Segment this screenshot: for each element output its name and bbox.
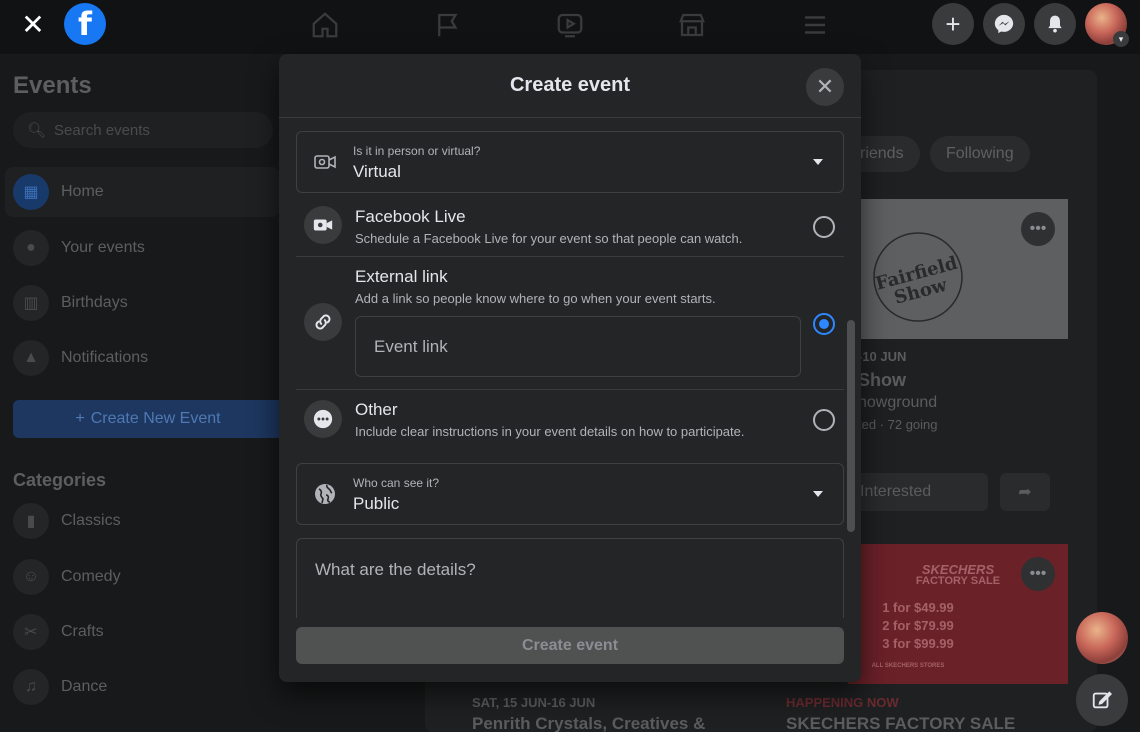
sidebar-item-notifications[interactable]: ▲ Notifications [5,333,280,383]
category-classics[interactable]: ▮ Classics [5,496,280,546]
close-icon[interactable]: ✕ [806,68,844,106]
create-event-dialog: Create event ✕ Is it in person or virtua… [279,54,861,682]
smiley-icon: ☺ [13,559,49,595]
new-message-icon[interactable] [1076,674,1128,726]
privacy-label: Who can see it? [353,476,440,490]
option-other[interactable]: Other Include clear instructions in your… [296,390,844,450]
close-icon[interactable]: ✕ [12,3,54,45]
dropdown-arrow-icon [813,159,823,165]
external-link-radio[interactable] [813,313,835,335]
more-options-icon[interactable]: ••• [1021,212,1055,246]
sidebar-item-label: Home [61,183,104,200]
event-link-input[interactable]: Event link [355,316,801,377]
link-icon [304,303,342,341]
category-label: Crafts [61,623,104,640]
top-navigation-bar: ✕ f + ▾ [0,0,1140,54]
sidebar-title: Events [13,72,92,99]
event-stats: ted · 72 going [858,417,938,432]
notifications-bell-icon[interactable] [1034,3,1076,45]
cake-icon: ▥ [13,285,49,321]
home-icon[interactable] [310,10,340,40]
create-event-button[interactable]: Create event [296,627,844,664]
category-label: Dance [61,678,108,695]
calendar-icon: ▦ [13,174,49,210]
option-title: Facebook Live [355,207,466,226]
option-description: Schedule a Facebook Live for your event … [355,231,743,246]
skechers-price-1: 1 for $49.99 [882,600,954,615]
search-placeholder: Search events [54,121,150,139]
category-crafts[interactable]: ✂ Crafts [5,607,280,657]
event-status: HAPPENING NOW [786,695,899,710]
category-comedy[interactable]: ☺ Comedy [5,552,280,602]
dialog-header: Create event ✕ [279,54,861,118]
option-title: Other [355,400,398,419]
location-type-label: Is it in person or virtual? [353,144,481,158]
details-textarea[interactable]: What are the details? [296,538,844,618]
event-date: -10 JUN [858,349,907,364]
marketplace-icon[interactable] [677,10,707,40]
create-new-event-label: Create New Event [90,410,221,427]
option-title: External link [355,267,448,286]
menu-icon[interactable] [800,10,830,40]
globe-icon [313,482,337,506]
option-description: Add a link so people know where to go wh… [355,291,716,306]
sidebar-item-label: Birthdays [61,294,128,311]
create-new-event-button[interactable]: + Create New Event [13,400,283,438]
person-icon: ● [13,230,49,266]
category-label: Classics [61,512,121,529]
dropdown-arrow-icon [813,491,823,497]
event-location: howground [858,394,938,411]
skechers-banner-note: ALL SKECHERS STORES [871,663,945,669]
option-facebook-live[interactable]: Facebook Live Schedule a Facebook Live f… [296,200,844,256]
interested-button[interactable]: Interested [848,473,988,511]
virtual-camera-icon [313,150,337,174]
sidebar-item-birthdays[interactable]: ▥ Birthdays [5,278,280,328]
other-radio[interactable] [813,409,835,431]
event-title[interactable]: Show [858,370,906,391]
plus-icon: + [75,410,85,427]
sidebar-item-label: Notifications [61,349,149,366]
chat-head-avatar[interactable] [1076,612,1128,664]
facebook-live-radio[interactable] [813,216,835,238]
category-dance[interactable]: ♫ Dance [5,662,280,712]
event-title[interactable]: SKECHERS FACTORY SALE [786,714,1015,732]
more-options-icon[interactable]: ••• [1021,557,1055,591]
video-icon[interactable] [555,10,585,40]
dialog-title: Create event [509,74,631,96]
sidebar-item-home[interactable]: ▦ Home [5,167,280,217]
option-description: Include clear instructions in your event… [355,424,745,439]
share-icon[interactable]: ➦ [1000,473,1050,511]
event-title[interactable]: Penrith Crystals, Creatives & [472,714,705,732]
location-type-value: Virtual [353,162,401,181]
more-horizontal-icon [304,400,342,438]
sidebar-item-your-events[interactable]: ● Your events [5,223,280,273]
scissors-icon: ✂ [13,614,49,650]
event-date: SAT, 15 JUN-16 JUN [472,695,596,710]
live-video-icon [304,206,342,244]
flag-icon[interactable] [433,10,463,40]
facebook-logo[interactable]: f [64,3,106,45]
dialog-scrollbar[interactable] [847,320,855,532]
categories-title: Categories [13,470,107,490]
chevron-down-icon[interactable]: ▾ [1113,31,1129,47]
search-icon: 🔍︎ [27,122,47,139]
privacy-value: Public [353,494,400,513]
filter-following-pill[interactable]: Following [930,136,1030,172]
skechers-price-3: 3 for $99.99 [882,636,954,651]
skechers-price-2: 2 for $79.99 [882,618,954,633]
messenger-icon[interactable] [983,3,1025,45]
bell-icon: ▲ [13,340,49,376]
book-icon: ▮ [13,503,49,539]
privacy-select[interactable]: Who can see it? Public [296,463,844,525]
events-sidebar: Events 🔍︎ Search events ▦ Home ● Your ev… [0,54,283,732]
location-type-select[interactable]: Is it in person or virtual? Virtual [296,131,844,193]
sidebar-item-label: Your events [61,239,145,256]
create-button[interactable]: + [932,3,974,45]
category-label: Comedy [61,568,121,585]
dance-icon: ♫ [13,669,49,705]
search-input[interactable]: 🔍︎ Search events [13,112,273,148]
